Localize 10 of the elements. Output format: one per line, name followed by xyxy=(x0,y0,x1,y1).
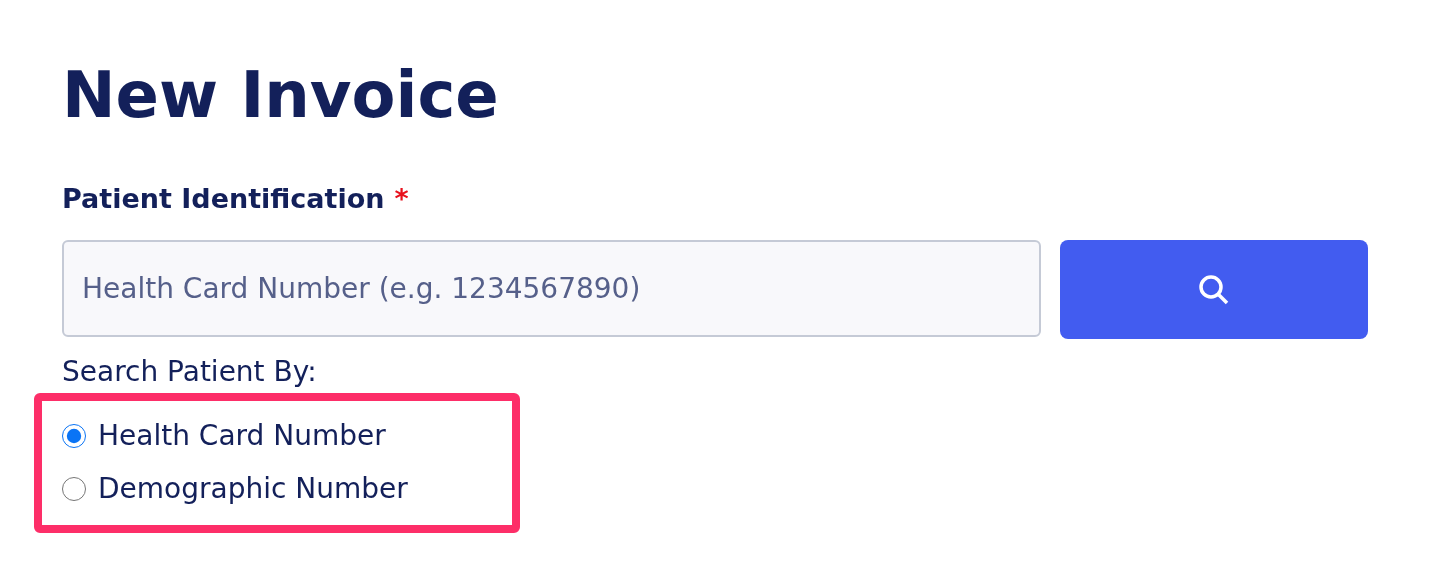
required-mark: * xyxy=(394,182,409,216)
radio-label[interactable]: Health Card Number xyxy=(98,419,386,452)
page-title: New Invoice xyxy=(62,57,500,134)
search-by-label: Search Patient By: xyxy=(62,354,318,390)
radio-label[interactable]: Demographic Number xyxy=(98,472,408,505)
search-icon xyxy=(1197,272,1231,307)
input-field[interactable]: Health Card Number (e.g. 1234567890) xyxy=(62,240,1041,337)
radio-button[interactable] xyxy=(62,476,86,501)
radio-button[interactable] xyxy=(62,423,86,448)
field-label: Patient Identification xyxy=(62,182,385,216)
